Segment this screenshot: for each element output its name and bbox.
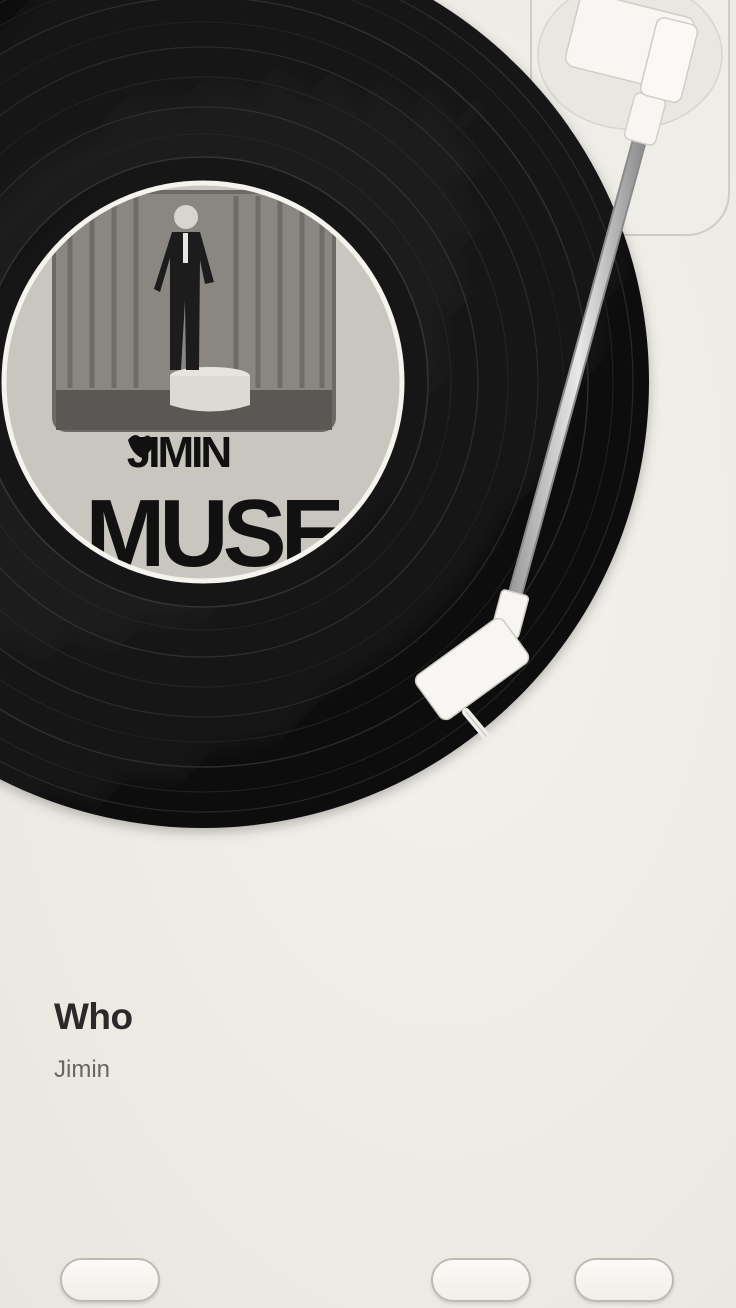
album-photo <box>52 190 336 432</box>
turntable: JIMIN MUSE <box>0 0 730 828</box>
music-player-screen: JIMIN MUSE Who Jimin <box>0 0 736 1308</box>
track-artist: Jimin <box>54 1056 111 1083</box>
track-title: Who <box>54 996 133 1037</box>
middle-control-button[interactable] <box>431 1258 531 1302</box>
right-control-button[interactable] <box>574 1258 674 1302</box>
left-control-button[interactable] <box>60 1258 160 1302</box>
